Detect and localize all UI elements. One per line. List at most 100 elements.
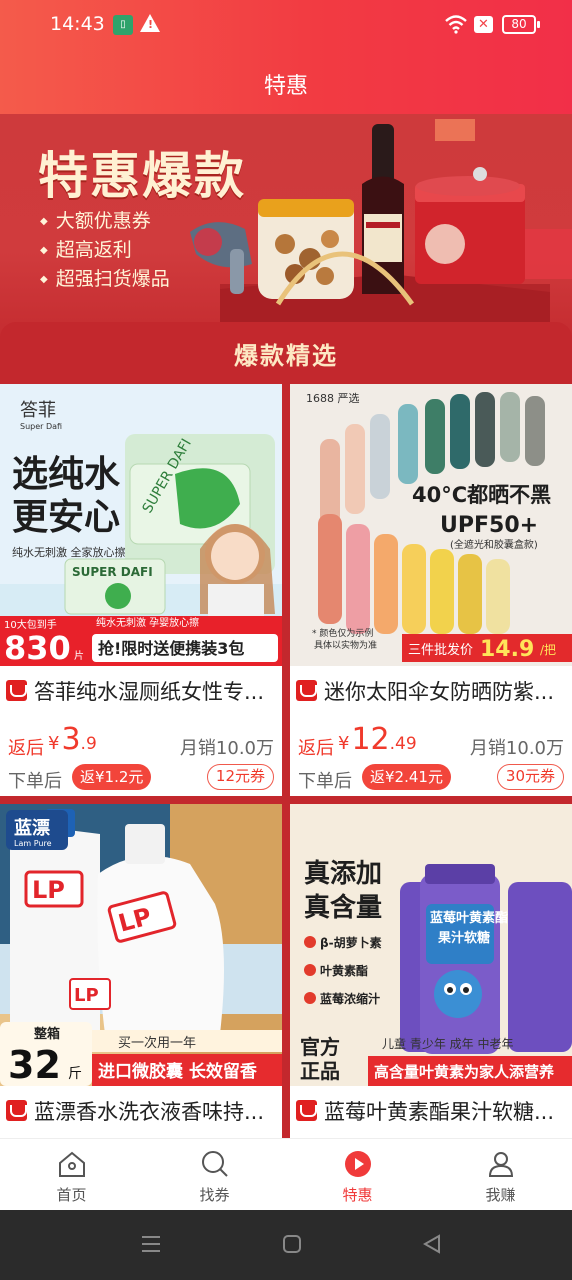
svg-text:UPF50+: UPF50+ [440, 513, 538, 538]
price-row: 返后 ¥3.9 月销10.0万 [8, 722, 274, 759]
banner-products-image [190, 119, 572, 344]
svg-text:830: 830 [4, 629, 71, 666]
cashback-badge: 返¥2.41元 [362, 764, 451, 790]
tab-home[interactable]: 首页 [0, 1139, 143, 1211]
svg-text:整箱: 整箱 [33, 1026, 60, 1042]
section-title: 爆款精选 [234, 342, 338, 370]
no-sim-icon: ✕ [474, 16, 493, 33]
banner-perk: 大额优惠券 [40, 206, 151, 233]
tab-label: 我赚 [485, 1186, 516, 1204]
svg-text:纯水无刺激 全家放心擦: 纯水无刺激 全家放心擦 [12, 545, 126, 559]
svg-text:三件批发价: 三件批发价 [408, 642, 473, 658]
battery-icon: 80 [502, 15, 540, 34]
banner-perk: 超强扫货爆品 [40, 264, 170, 291]
product-card[interactable]: 1688 严选 40°C都晒不黑 UPF50+ (全遮光和胶囊盒款) * 颜色仅… [290, 384, 572, 796]
svg-text:高含量叶黄素为家人添营养: 高含量叶黄素为家人添营养 [374, 1063, 555, 1081]
status-bar: 14:43 ▯ ! ✕ 80 [0, 0, 572, 52]
buy-label: 下单后 [8, 771, 62, 792]
monthly-sales: 月销10.0万 [179, 738, 274, 759]
svg-text:儿童 青少年 成年 中老年: 儿童 青少年 成年 中老年 [382, 1036, 513, 1051]
brand-logo: 1688 严选 [306, 392, 360, 405]
rebate-label: 返后 [8, 738, 44, 759]
play-icon [345, 1151, 371, 1177]
tab-label: 特惠 [342, 1186, 373, 1204]
tab-label: 首页 [56, 1186, 87, 1204]
product-name: 答菲纯水湿厕纸女性专... [34, 680, 265, 704]
cashback-badge: 返¥1.2元 [72, 764, 152, 790]
product-image: SUPER DAFI SUPER DAFI 答菲 Super Dafi 选纯水 … [0, 384, 282, 666]
svg-text:进口微胶囊 长效留香: 进口微胶囊 长效留香 [98, 1061, 257, 1082]
user-icon [488, 1152, 514, 1177]
svg-text:选纯水: 选纯水 [12, 454, 121, 495]
tab-deals[interactable]: 特惠 [286, 1139, 429, 1211]
product-card[interactable]: 蓝莓叶黄素酯 果汁软糖 真添加 真含量 β-胡萝卜素 叶黄素酯 蓝莓浓缩汁 官方… [290, 804, 572, 1144]
monthly-sales: 月销10.0万 [469, 738, 564, 759]
back-icon[interactable] [421, 1233, 443, 1255]
svg-text:果汁软糖: 果汁软糖 [437, 930, 490, 946]
product-card[interactable]: LP LP LP 蓝漂 Lam Pure 整箱 32 斤 买一次用一年 进口微胶… [0, 804, 282, 1144]
warning-icon: ! [140, 14, 160, 32]
svg-text:叶黄素酯: 叶黄素酯 [320, 963, 368, 978]
svg-text:Lam Pure: Lam Pure [14, 839, 52, 848]
buy-label: 下单后 [298, 771, 352, 792]
svg-text:片: 片 [74, 649, 84, 662]
svg-text:蓝漂: 蓝漂 [14, 818, 50, 839]
svg-text:14.9: 14.9 [480, 637, 534, 662]
wifi-icon [445, 15, 467, 34]
product-image: 蓝莓叶黄素酯 果汁软糖 真添加 真含量 β-胡萝卜素 叶黄素酯 蓝莓浓缩汁 官方… [290, 804, 572, 1086]
price-row: 返后 ¥12.49 月销10.0万 [298, 722, 564, 759]
svg-text:正品: 正品 [300, 1059, 340, 1083]
system-navigation-bar [0, 1210, 572, 1280]
coupon-badge[interactable]: 12元券 [206, 764, 274, 790]
banner-perk: 超高返利 [40, 235, 132, 262]
svg-text:买一次用一年: 买一次用一年 [118, 1035, 196, 1051]
svg-text:纯水无刺激 孕婴放心擦: 纯水无刺激 孕婴放心擦 [96, 616, 199, 629]
svg-text:更安心: 更安心 [12, 497, 120, 538]
brand-logo: LP [32, 876, 65, 904]
svg-text:(全遮光和胶囊盒款): (全遮光和胶囊盒款) [450, 538, 538, 551]
tab-label: 找券 [199, 1186, 230, 1204]
product-name: 蓝莓叶黄素酯果汁软糖... [324, 1100, 555, 1124]
page-title: 特惠 [263, 74, 308, 99]
product-card[interactable]: SUPER DAFI SUPER DAFI 答菲 Super Dafi 选纯水 … [0, 384, 282, 796]
status-time: 14:43 [50, 13, 105, 35]
svg-text:斤: 斤 [68, 1066, 82, 1082]
menu-icon[interactable] [140, 1233, 162, 1255]
svg-text:Super Dafi: Super Dafi [20, 422, 62, 431]
svg-text:蓝莓浓缩汁: 蓝莓浓缩汁 [320, 991, 380, 1006]
top-bar: 14:43 ▯ ! ✕ 80 特惠 [0, 0, 572, 114]
promo-banner[interactable]: 特惠爆款 大额优惠券 超高返利 超强扫货爆品 [0, 114, 572, 344]
svg-text:真含量: 真含量 [304, 892, 382, 923]
product-image: 1688 严选 40°C都晒不黑 UPF50+ (全遮光和胶囊盒款) * 颜色仅… [290, 384, 572, 666]
tab-find-coupons[interactable]: 找券 [143, 1139, 286, 1211]
hot-picks-section: 爆款精选 SUPER DAFI SUPER DAFI 答菲 Super Dafi [0, 322, 572, 1144]
svg-text:蓝莓叶黄素酯: 蓝莓叶黄素酯 [430, 910, 508, 926]
svg-text:真添加: 真添加 [304, 859, 382, 889]
rebate-row: 下单后 返¥2.41元 30元券 [298, 764, 564, 792]
svg-text:40°C都晒不黑: 40°C都晒不黑 [412, 483, 551, 507]
home-button-icon[interactable] [281, 1233, 303, 1255]
svg-text:* 颜色仅为示例: * 颜色仅为示例 [312, 627, 373, 639]
svg-text:抢!限时送便携装3包: 抢!限时送便携装3包 [98, 639, 244, 658]
brand-logo: 答菲 [20, 400, 56, 421]
product-name: 迷你太阳伞女防晒防紫... [324, 680, 555, 704]
product-name: 蓝漂香水洗衣液香味持... [34, 1100, 265, 1124]
sim-icon: ▯ [113, 15, 133, 35]
svg-text:LP: LP [74, 985, 99, 1006]
rebate-row: 下单后 返¥1.2元 12元券 [8, 764, 274, 792]
svg-text:/把: /把 [540, 643, 556, 657]
rebate-label: 返后 [298, 738, 334, 759]
product-image: LP LP LP 蓝漂 Lam Pure 整箱 32 斤 买一次用一年 进口微胶… [0, 804, 282, 1086]
bottom-tab-bar: 首页 找券 特惠 我赚 [0, 1138, 572, 1210]
coupon-badge[interactable]: 30元券 [496, 764, 564, 790]
svg-text:具体以实物为准: 具体以实物为准 [314, 639, 377, 651]
tab-earnings[interactable]: 我赚 [429, 1139, 572, 1211]
price: ¥12.49 [338, 722, 417, 757]
svg-text:32: 32 [8, 1043, 61, 1086]
price: ¥3.9 [48, 722, 97, 757]
search-icon [202, 1151, 228, 1177]
svg-text:β-胡萝卜素: β-胡萝卜素 [320, 935, 382, 950]
svg-text:SUPER DAFI: SUPER DAFI [72, 565, 153, 579]
svg-text:官方: 官方 [300, 1035, 340, 1059]
home-icon [59, 1151, 85, 1177]
